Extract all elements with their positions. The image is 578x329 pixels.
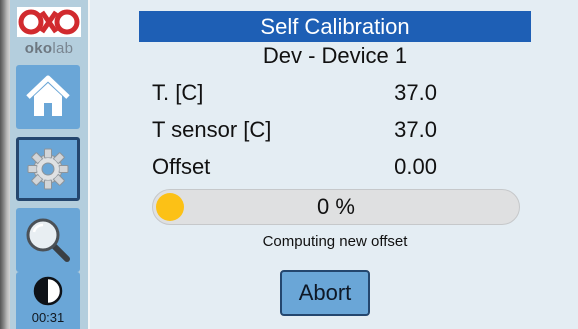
sensor-temperature-value: 37.0 xyxy=(394,117,437,142)
sidebar: okolab 00:31 xyxy=(10,0,90,329)
status-message: Computing new offset xyxy=(262,233,408,250)
contrast-icon xyxy=(33,276,63,306)
temperature-label: T. [C] xyxy=(152,80,204,105)
okolab-logo: okolab xyxy=(17,5,81,59)
calibration-progress-bar: 0 % xyxy=(152,189,520,225)
page-title: Self Calibration xyxy=(139,11,531,42)
magnifier-icon xyxy=(26,218,70,262)
search-button[interactable] xyxy=(16,208,80,272)
screen-bezel xyxy=(0,0,10,329)
main-panel: Self Calibration Dev - Device 1 T. [C] 3… xyxy=(90,0,578,329)
abort-button[interactable]: Abort xyxy=(280,270,370,316)
home-button[interactable] xyxy=(16,65,80,129)
contrast-button[interactable]: 00:31 xyxy=(16,272,80,329)
offset-value: 0.00 xyxy=(394,154,437,179)
settings-button[interactable] xyxy=(16,137,80,201)
sensor-temperature-label: T sensor [C] xyxy=(152,117,272,142)
clock-time: 00:31 xyxy=(31,310,65,325)
okolab-logo-mark xyxy=(17,7,81,37)
gear-icon xyxy=(27,148,69,190)
okolab-wordmark: okolab xyxy=(24,40,74,57)
progress-percent: 0 % xyxy=(317,194,355,219)
temperature-value: 37.0 xyxy=(394,80,437,105)
home-icon xyxy=(26,75,70,116)
offset-label: Offset xyxy=(152,154,211,179)
device-name: Dev - Device 1 xyxy=(262,43,408,68)
